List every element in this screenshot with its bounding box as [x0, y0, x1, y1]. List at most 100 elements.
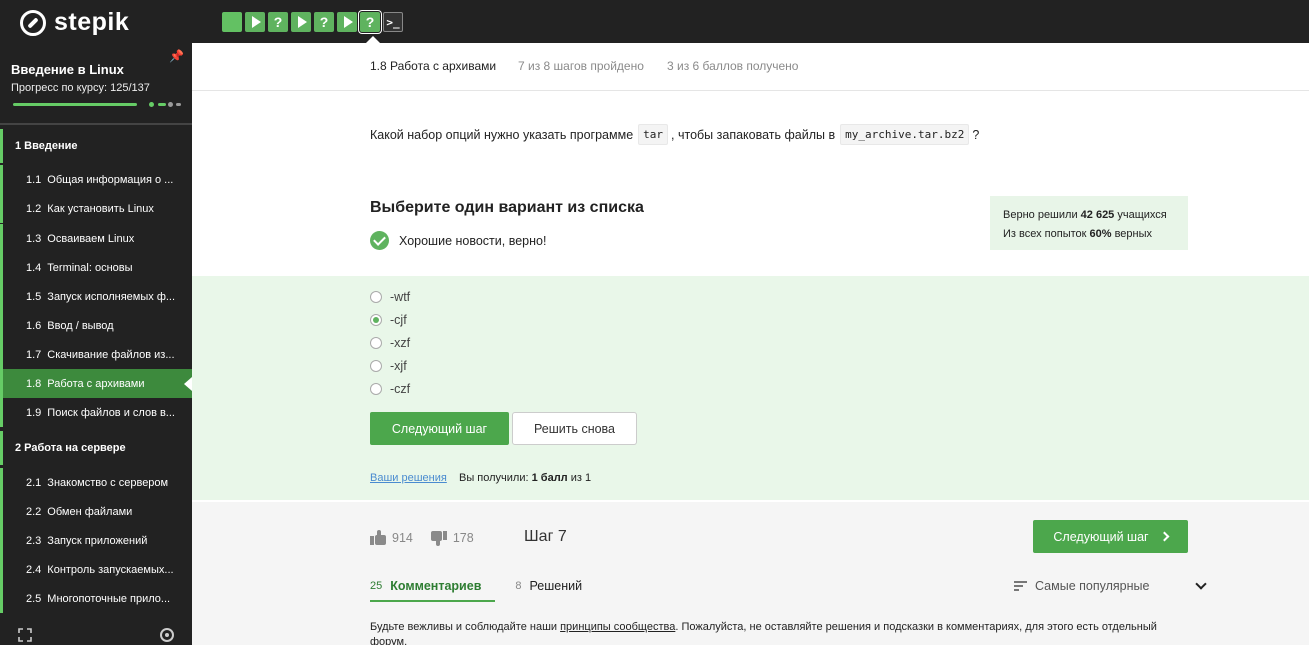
- score-part: Вы получили:: [459, 472, 532, 484]
- sidebar-lesson-2-5[interactable]: 2.5 Многопоточные прило...: [0, 584, 192, 613]
- step-8-terminal-icon[interactable]: >_: [383, 12, 403, 32]
- progress-dot: [149, 102, 154, 107]
- stats-number: 42 625: [1080, 209, 1115, 221]
- sort-icon: [1014, 581, 1027, 591]
- chevron-right-icon: [1159, 531, 1170, 542]
- quiz-stats: Верно решили 42 625 учащихся Из всех поп…: [990, 196, 1188, 250]
- sidebar-lesson-2-2[interactable]: 2.2 Обмен файлами: [0, 497, 192, 526]
- course-title[interactable]: Введение в Linux: [11, 62, 124, 77]
- progress-fill: [13, 103, 137, 106]
- sidebar-lesson-1-5[interactable]: 1.5 Запуск исполняемых ф...: [0, 282, 192, 311]
- lesson-label: Запуск приложений: [47, 534, 148, 547]
- lesson-num: 1.5: [26, 290, 42, 303]
- brand-name: stepik: [54, 8, 130, 36]
- lesson-num: 1.1: [26, 173, 42, 186]
- discussion-tabs: 25 Комментариев 8 Решений: [370, 579, 582, 602]
- top-bar: stepik ? ? ? >_: [0, 0, 1309, 43]
- lesson-label: Обмен файлами: [47, 505, 133, 518]
- chevron-down-icon[interactable]: [1195, 578, 1208, 590]
- pin-icon[interactable]: 📌: [169, 49, 184, 63]
- thumbs-up-icon[interactable]: [370, 530, 386, 546]
- sidebar-bottom-bar: [0, 625, 192, 645]
- radio-button[interactable]: [370, 360, 382, 372]
- course-progress-label: Прогресс по курсу: 125/137: [11, 82, 150, 94]
- lesson-label: Ввод / вывод: [47, 319, 114, 332]
- gear-icon[interactable]: [160, 628, 174, 642]
- stats-solved: Верно решили 42 625 учащихся: [1003, 206, 1175, 225]
- sidebar-lesson-1-8[interactable]: 1.8 Работа с архивами: [0, 369, 192, 398]
- button-label: Следующий шаг: [1053, 529, 1149, 544]
- thumbs-down-icon[interactable]: [430, 530, 447, 546]
- score-part: из 1: [567, 472, 592, 484]
- option-label: -xzf: [390, 336, 411, 350]
- sidebar-lesson-1-2[interactable]: 1.2 Как установить Linux: [0, 194, 192, 223]
- lesson-num: 1.2: [26, 202, 42, 215]
- sidebar-lesson-1-9[interactable]: 1.9 Поиск файлов и слов в...: [0, 398, 192, 427]
- lesson-label: Поиск файлов и слов в...: [47, 406, 175, 419]
- tab-comments[interactable]: 25 Комментариев: [370, 579, 496, 602]
- community-rules-note: Будьте вежливы и соблюдайте наши принцип…: [370, 620, 1190, 645]
- lesson-label: Работа с архивами: [47, 377, 145, 390]
- option-label: -wtf: [390, 290, 411, 304]
- lesson-main: 1.8 Работа с архивами 7 из 8 шагов пройд…: [192, 43, 1309, 645]
- sidebar-lesson-2-3[interactable]: 2.3 Запуск приложений: [0, 526, 192, 555]
- option-cjf[interactable]: -cjf: [370, 313, 407, 327]
- lesson-label: Terminal: основы: [47, 261, 133, 274]
- steps-passed: 7 из 8 шагов пройдено: [518, 59, 644, 73]
- lesson-num: 1.3: [26, 232, 42, 245]
- module-1[interactable]: 1 Введение: [0, 129, 192, 163]
- radio-button-selected[interactable]: [370, 314, 382, 326]
- sort-dropdown[interactable]: Самые популярные: [1014, 578, 1208, 593]
- sidebar-lesson-1-7[interactable]: 1.7 Скачивание файлов из...: [0, 340, 192, 369]
- option-xjf[interactable]: -xjf: [370, 359, 407, 373]
- sidebar-lesson-1-4[interactable]: 1.4 Terminal: основы: [0, 253, 192, 282]
- sidebar-lesson-1-6[interactable]: 1.6 Ввод / вывод: [0, 311, 192, 340]
- step-2-play-icon[interactable]: [245, 12, 265, 32]
- option-wtf[interactable]: -wtf: [370, 290, 410, 304]
- question-text: Какой набор опций нужно указать программ…: [370, 124, 979, 145]
- score-value: 1 балл: [531, 472, 568, 484]
- lesson-label: Запуск исполняемых ф...: [47, 290, 176, 303]
- course-progress-bar: [13, 102, 181, 107]
- lesson-num: 2.4: [26, 563, 42, 576]
- step-3-question-icon[interactable]: ?: [268, 12, 288, 32]
- question-part: ?: [972, 127, 980, 142]
- lesson-label: Общая информация о ...: [47, 173, 174, 186]
- fullscreen-icon[interactable]: [18, 628, 32, 642]
- step-4-play-icon[interactable]: [291, 12, 311, 32]
- sidebar-lesson-2-1[interactable]: 2.1 Знакомство с сервером: [0, 468, 192, 497]
- likes-count: 914: [392, 531, 413, 545]
- footer-next-step-button[interactable]: Следующий шаг: [1033, 520, 1188, 553]
- step-1-text-icon[interactable]: [222, 12, 242, 32]
- your-solutions-link[interactable]: Ваши решения: [370, 472, 447, 484]
- module-2[interactable]: 2 Работа на сервере: [0, 431, 192, 465]
- radio-button[interactable]: [370, 383, 382, 395]
- step-5-question-icon[interactable]: ?: [314, 12, 334, 32]
- sidebar-lesson-1-3[interactable]: 1.3 Осваиваем Linux: [0, 224, 192, 253]
- radio-button[interactable]: [370, 337, 382, 349]
- lesson-num: 1.7: [26, 348, 42, 361]
- option-czf[interactable]: -czf: [370, 382, 410, 396]
- current-step-caret: [366, 36, 380, 43]
- tab-solutions[interactable]: 8 Решений: [515, 579, 582, 602]
- retry-button[interactable]: Решить снова: [512, 412, 637, 445]
- lesson-header: 1.8 Работа с архивами 7 из 8 шагов пройд…: [192, 43, 1309, 91]
- radio-button[interactable]: [370, 291, 382, 303]
- step-7-question-icon[interactable]: ?: [358, 10, 382, 34]
- stats-number: 60%: [1089, 228, 1112, 240]
- option-label: -xjf: [390, 359, 407, 373]
- option-xzf[interactable]: -xzf: [370, 336, 410, 350]
- stepik-logo[interactable]: stepik: [20, 8, 129, 37]
- tab-count: 25: [370, 580, 383, 592]
- option-label: -czf: [390, 382, 411, 396]
- stats-attempts: Из всех попыток 60% верных: [1003, 225, 1175, 244]
- inline-code: my_archive.tar.bz2: [840, 124, 970, 145]
- community-rules-link[interactable]: принципы сообщества: [560, 621, 675, 633]
- step-6-play-icon[interactable]: [337, 12, 357, 32]
- lesson-label: Осваиваем Linux: [47, 232, 135, 245]
- lesson-label: Контроль запускаемых...: [47, 563, 174, 576]
- sidebar-lesson-2-4[interactable]: 2.4 Контроль запускаемых...: [0, 555, 192, 584]
- sidebar-lesson-1-1[interactable]: 1.1 Общая информация о ...: [0, 165, 192, 194]
- lesson-label: Как установить Linux: [47, 202, 154, 215]
- next-step-button[interactable]: Следующий шаг: [370, 412, 509, 445]
